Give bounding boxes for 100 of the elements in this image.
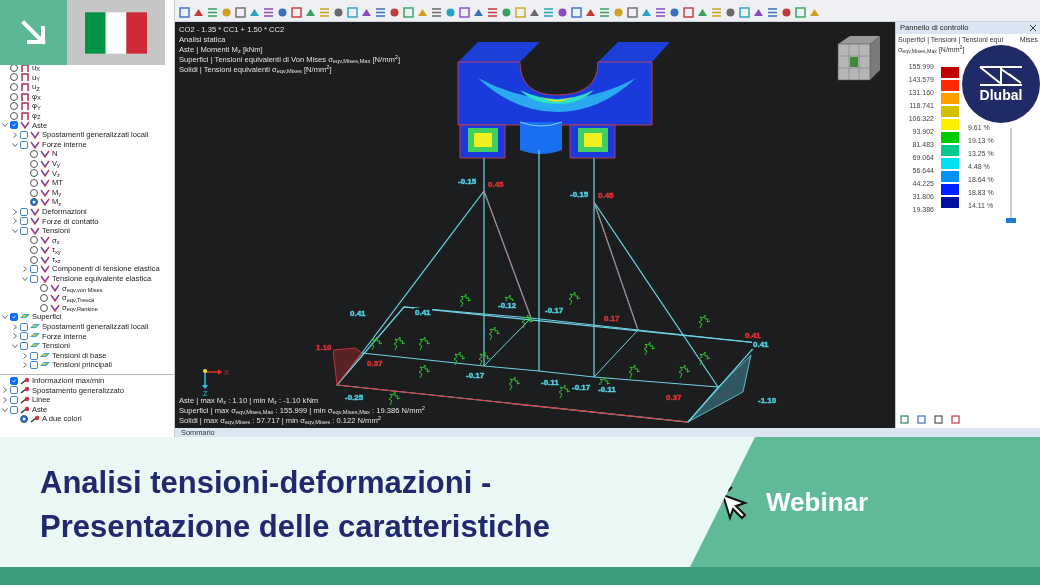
- toolbar-icon[interactable]: [207, 7, 218, 18]
- toolbar-icon[interactable]: [599, 7, 610, 18]
- toolbar-icon[interactable]: [571, 7, 582, 18]
- radio-button[interactable]: [30, 198, 38, 207]
- toolbar-icon[interactable]: [767, 7, 778, 18]
- checkbox[interactable]: [10, 313, 18, 322]
- toolbar-icon[interactable]: [669, 7, 680, 18]
- checkbox[interactable]: [30, 274, 38, 283]
- radio-button[interactable]: [30, 255, 38, 264]
- toolbar-icon[interactable]: [753, 7, 764, 18]
- toolbar-icon[interactable]: [319, 7, 330, 18]
- toolbar-icon[interactable]: [613, 7, 624, 18]
- toolbar-icon[interactable]: [221, 7, 232, 18]
- toolbar-icon[interactable]: [277, 7, 288, 18]
- radio-button[interactable]: [30, 150, 38, 159]
- toolbar-icon[interactable]: [403, 7, 414, 18]
- checkbox[interactable]: [30, 265, 38, 274]
- toolbar-icon[interactable]: [179, 7, 190, 18]
- toolbar-icon[interactable]: [697, 7, 708, 18]
- checkbox[interactable]: [20, 332, 28, 341]
- toolbar-icon[interactable]: [543, 7, 554, 18]
- toolbar-icon[interactable]: [809, 7, 820, 18]
- radio-button[interactable]: [30, 246, 38, 255]
- toolbar-icon[interactable]: [333, 7, 344, 18]
- chevron-icon[interactable]: [22, 362, 28, 369]
- toolbar-icon[interactable]: [683, 7, 694, 18]
- toolbar-icon[interactable]: [193, 7, 204, 18]
- radio-button[interactable]: [10, 102, 18, 111]
- checkbox[interactable]: [20, 130, 28, 139]
- checkbox[interactable]: [20, 140, 28, 149]
- toolbar-icon[interactable]: [389, 7, 400, 18]
- radio-button[interactable]: [10, 73, 18, 82]
- toolbar-icon[interactable]: [557, 7, 568, 18]
- checkbox[interactable]: [10, 121, 18, 130]
- toolbar-icon[interactable]: [739, 7, 750, 18]
- checkbox[interactable]: [30, 361, 38, 370]
- checkbox[interactable]: [20, 322, 28, 331]
- checkbox[interactable]: [10, 386, 18, 395]
- close-icon[interactable]: [1030, 22, 1036, 34]
- toolbar-icon[interactable]: [347, 7, 358, 18]
- toolbar-icon[interactable]: [781, 7, 792, 18]
- toolbar-icon[interactable]: [795, 7, 806, 18]
- chevron-icon[interactable]: [12, 131, 18, 138]
- toolbar-icon[interactable]: [725, 7, 736, 18]
- radio-button[interactable]: [10, 111, 18, 120]
- toolbar-icon[interactable]: [431, 7, 442, 18]
- chevron-icon[interactable]: [2, 387, 8, 394]
- checkbox[interactable]: [10, 396, 18, 404]
- toolbar-icon[interactable]: [305, 7, 316, 18]
- toolbar-icon[interactable]: [487, 7, 498, 18]
- checkbox[interactable]: [20, 217, 28, 226]
- chevron-icon[interactable]: [12, 343, 18, 349]
- toolbar-icon[interactable]: [263, 7, 274, 18]
- checkbox[interactable]: [20, 207, 28, 216]
- radio-button[interactable]: [20, 415, 28, 424]
- chevron-icon[interactable]: [22, 352, 28, 359]
- radio-button[interactable]: [30, 169, 38, 178]
- chevron-icon[interactable]: [12, 333, 18, 340]
- radio-button[interactable]: [10, 92, 18, 101]
- chevron-icon[interactable]: [12, 218, 18, 225]
- radio-button[interactable]: [10, 83, 18, 91]
- checkbox[interactable]: [20, 342, 28, 350]
- toolbar-icon[interactable]: [249, 7, 260, 18]
- checkbox[interactable]: [20, 226, 28, 235]
- 3d-viewport[interactable]: [175, 22, 895, 428]
- toolbar-icon[interactable]: [375, 7, 386, 18]
- radio-button[interactable]: [30, 188, 38, 197]
- chevron-icon[interactable]: [12, 208, 18, 215]
- chevron-icon[interactable]: [12, 323, 18, 330]
- toolbar-icon[interactable]: [473, 7, 484, 18]
- toolbar-icon[interactable]: [641, 7, 652, 18]
- toolbar-icon[interactable]: [501, 7, 512, 18]
- view-cube-icon[interactable]: [837, 36, 880, 81]
- toolbar-icon[interactable]: [655, 7, 666, 18]
- toolbar-icon[interactable]: [627, 7, 638, 18]
- toolbar-icon[interactable]: [417, 7, 428, 18]
- radio-button[interactable]: [40, 284, 48, 293]
- chevron-icon[interactable]: [2, 122, 8, 129]
- chevron-icon[interactable]: [2, 397, 8, 403]
- radio-button[interactable]: [30, 178, 38, 187]
- chevron-icon[interactable]: [22, 275, 28, 282]
- radio-button[interactable]: [30, 236, 38, 245]
- toolbar-icon[interactable]: [711, 7, 722, 18]
- radio-button[interactable]: [40, 303, 48, 312]
- chevron-icon[interactable]: [2, 314, 8, 321]
- toolbar-icon[interactable]: [585, 7, 596, 18]
- toolbar-icon[interactable]: [291, 7, 302, 18]
- toolbar-icon[interactable]: [529, 7, 540, 18]
- toolbar-icon[interactable]: [235, 7, 246, 18]
- radio-button[interactable]: [40, 294, 48, 303]
- toolbar-icon[interactable]: [361, 7, 372, 18]
- chevron-icon[interactable]: [12, 227, 18, 234]
- checkbox[interactable]: [30, 351, 38, 360]
- chevron-icon[interactable]: [22, 266, 28, 273]
- toolbar-icon[interactable]: [459, 7, 470, 18]
- checkbox[interactable]: [10, 405, 18, 414]
- toolbar-icon[interactable]: [445, 7, 456, 18]
- chevron-icon[interactable]: [12, 141, 18, 148]
- radio-button[interactable]: [30, 159, 38, 168]
- chevron-icon[interactable]: [2, 406, 8, 413]
